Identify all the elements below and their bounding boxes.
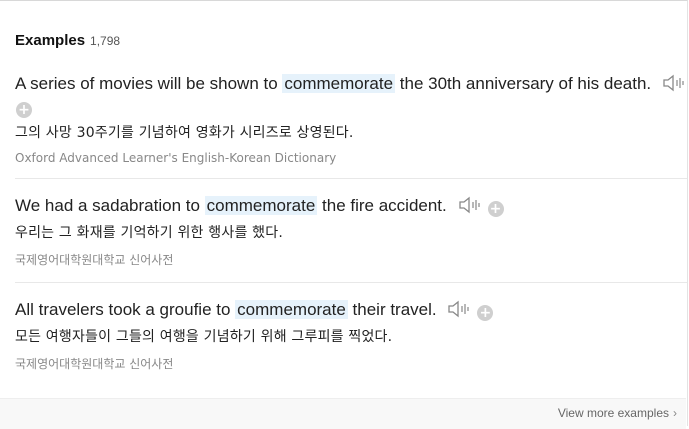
add-icon[interactable]: +: [477, 305, 494, 321]
examples-footer: View more examples ›: [0, 398, 686, 429]
examples-panel: Examples 1,798 A series of movies will b…: [0, 0, 688, 429]
sentence-text: A series of movies will be shown to: [15, 74, 283, 93]
example-item: All travelers took a groufie to commemor…: [15, 299, 687, 372]
chevron-right-icon: ›: [673, 406, 677, 420]
divider: [15, 178, 687, 179]
keyword-highlight[interactable]: commemorate: [282, 74, 396, 93]
sentence-text: their travel.: [347, 300, 437, 319]
example-translation: 우리는 그 화재를 기억하기 위한 행사를 했다.: [15, 225, 283, 241]
sentence-text: We had a sadabration to: [15, 196, 205, 215]
divider: [15, 282, 687, 283]
view-more-label: View more examples: [557, 406, 669, 420]
keyword-highlight[interactable]: commemorate: [204, 196, 318, 215]
sentence-text: the fire accident.: [317, 196, 447, 215]
speaker-icon[interactable]: [447, 299, 473, 319]
example-translation: 모든 여행자들이 그들의 여행을 기념하기 위해 그루피를 찍었다.: [15, 329, 393, 345]
keyword-highlight[interactable]: commemorate: [235, 300, 348, 319]
speaker-icon[interactable]: [458, 195, 484, 215]
example-translation: 그의 사망 30주기를 기념하여 영화가 시리즈로 상영된다.: [15, 125, 354, 141]
speaker-icon[interactable]: [662, 73, 688, 93]
example-sentence: A series of movies will be shown to comm…: [15, 73, 687, 95]
example-item: A series of movies will be shown to comm…: [15, 73, 687, 165]
sentence-text: All travelers took a groufie to: [15, 300, 236, 319]
examples-header: Examples 1,798: [15, 32, 120, 49]
example-source: 국제영어대학원대학교 신어사전: [15, 357, 174, 371]
add-icon[interactable]: +: [487, 201, 504, 217]
examples-count: 1,798: [90, 34, 121, 48]
example-sentence: All travelers took a groufie to commemor…: [15, 299, 687, 321]
add-icon[interactable]: +: [16, 102, 32, 118]
example-source: 국제영어대학원대학교 신어사전: [15, 253, 174, 267]
example-item: We had a sadabration to commemorate the …: [15, 195, 687, 268]
example-sentence: We had a sadabration to commemorate the …: [15, 195, 687, 217]
examples-title: Examples: [15, 32, 86, 49]
view-more-examples-link[interactable]: View more examples ›: [558, 406, 677, 420]
sentence-text: the 30th anniversary of his death.: [395, 74, 652, 93]
example-source: Oxford Advanced Learner's English-Korean…: [15, 151, 337, 165]
